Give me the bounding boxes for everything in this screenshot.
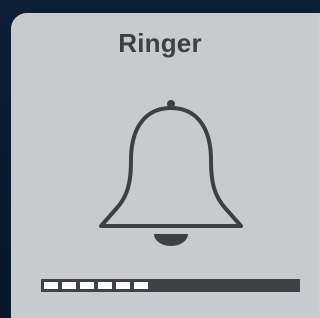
volume-segment xyxy=(44,282,58,289)
volume-segments xyxy=(44,282,148,289)
volume-segment xyxy=(116,282,130,289)
volume-segment xyxy=(80,282,94,289)
volume-segment xyxy=(62,282,76,289)
volume-segment xyxy=(134,282,148,289)
hud-title: Ringer xyxy=(118,28,202,58)
volume-segment xyxy=(98,282,112,289)
